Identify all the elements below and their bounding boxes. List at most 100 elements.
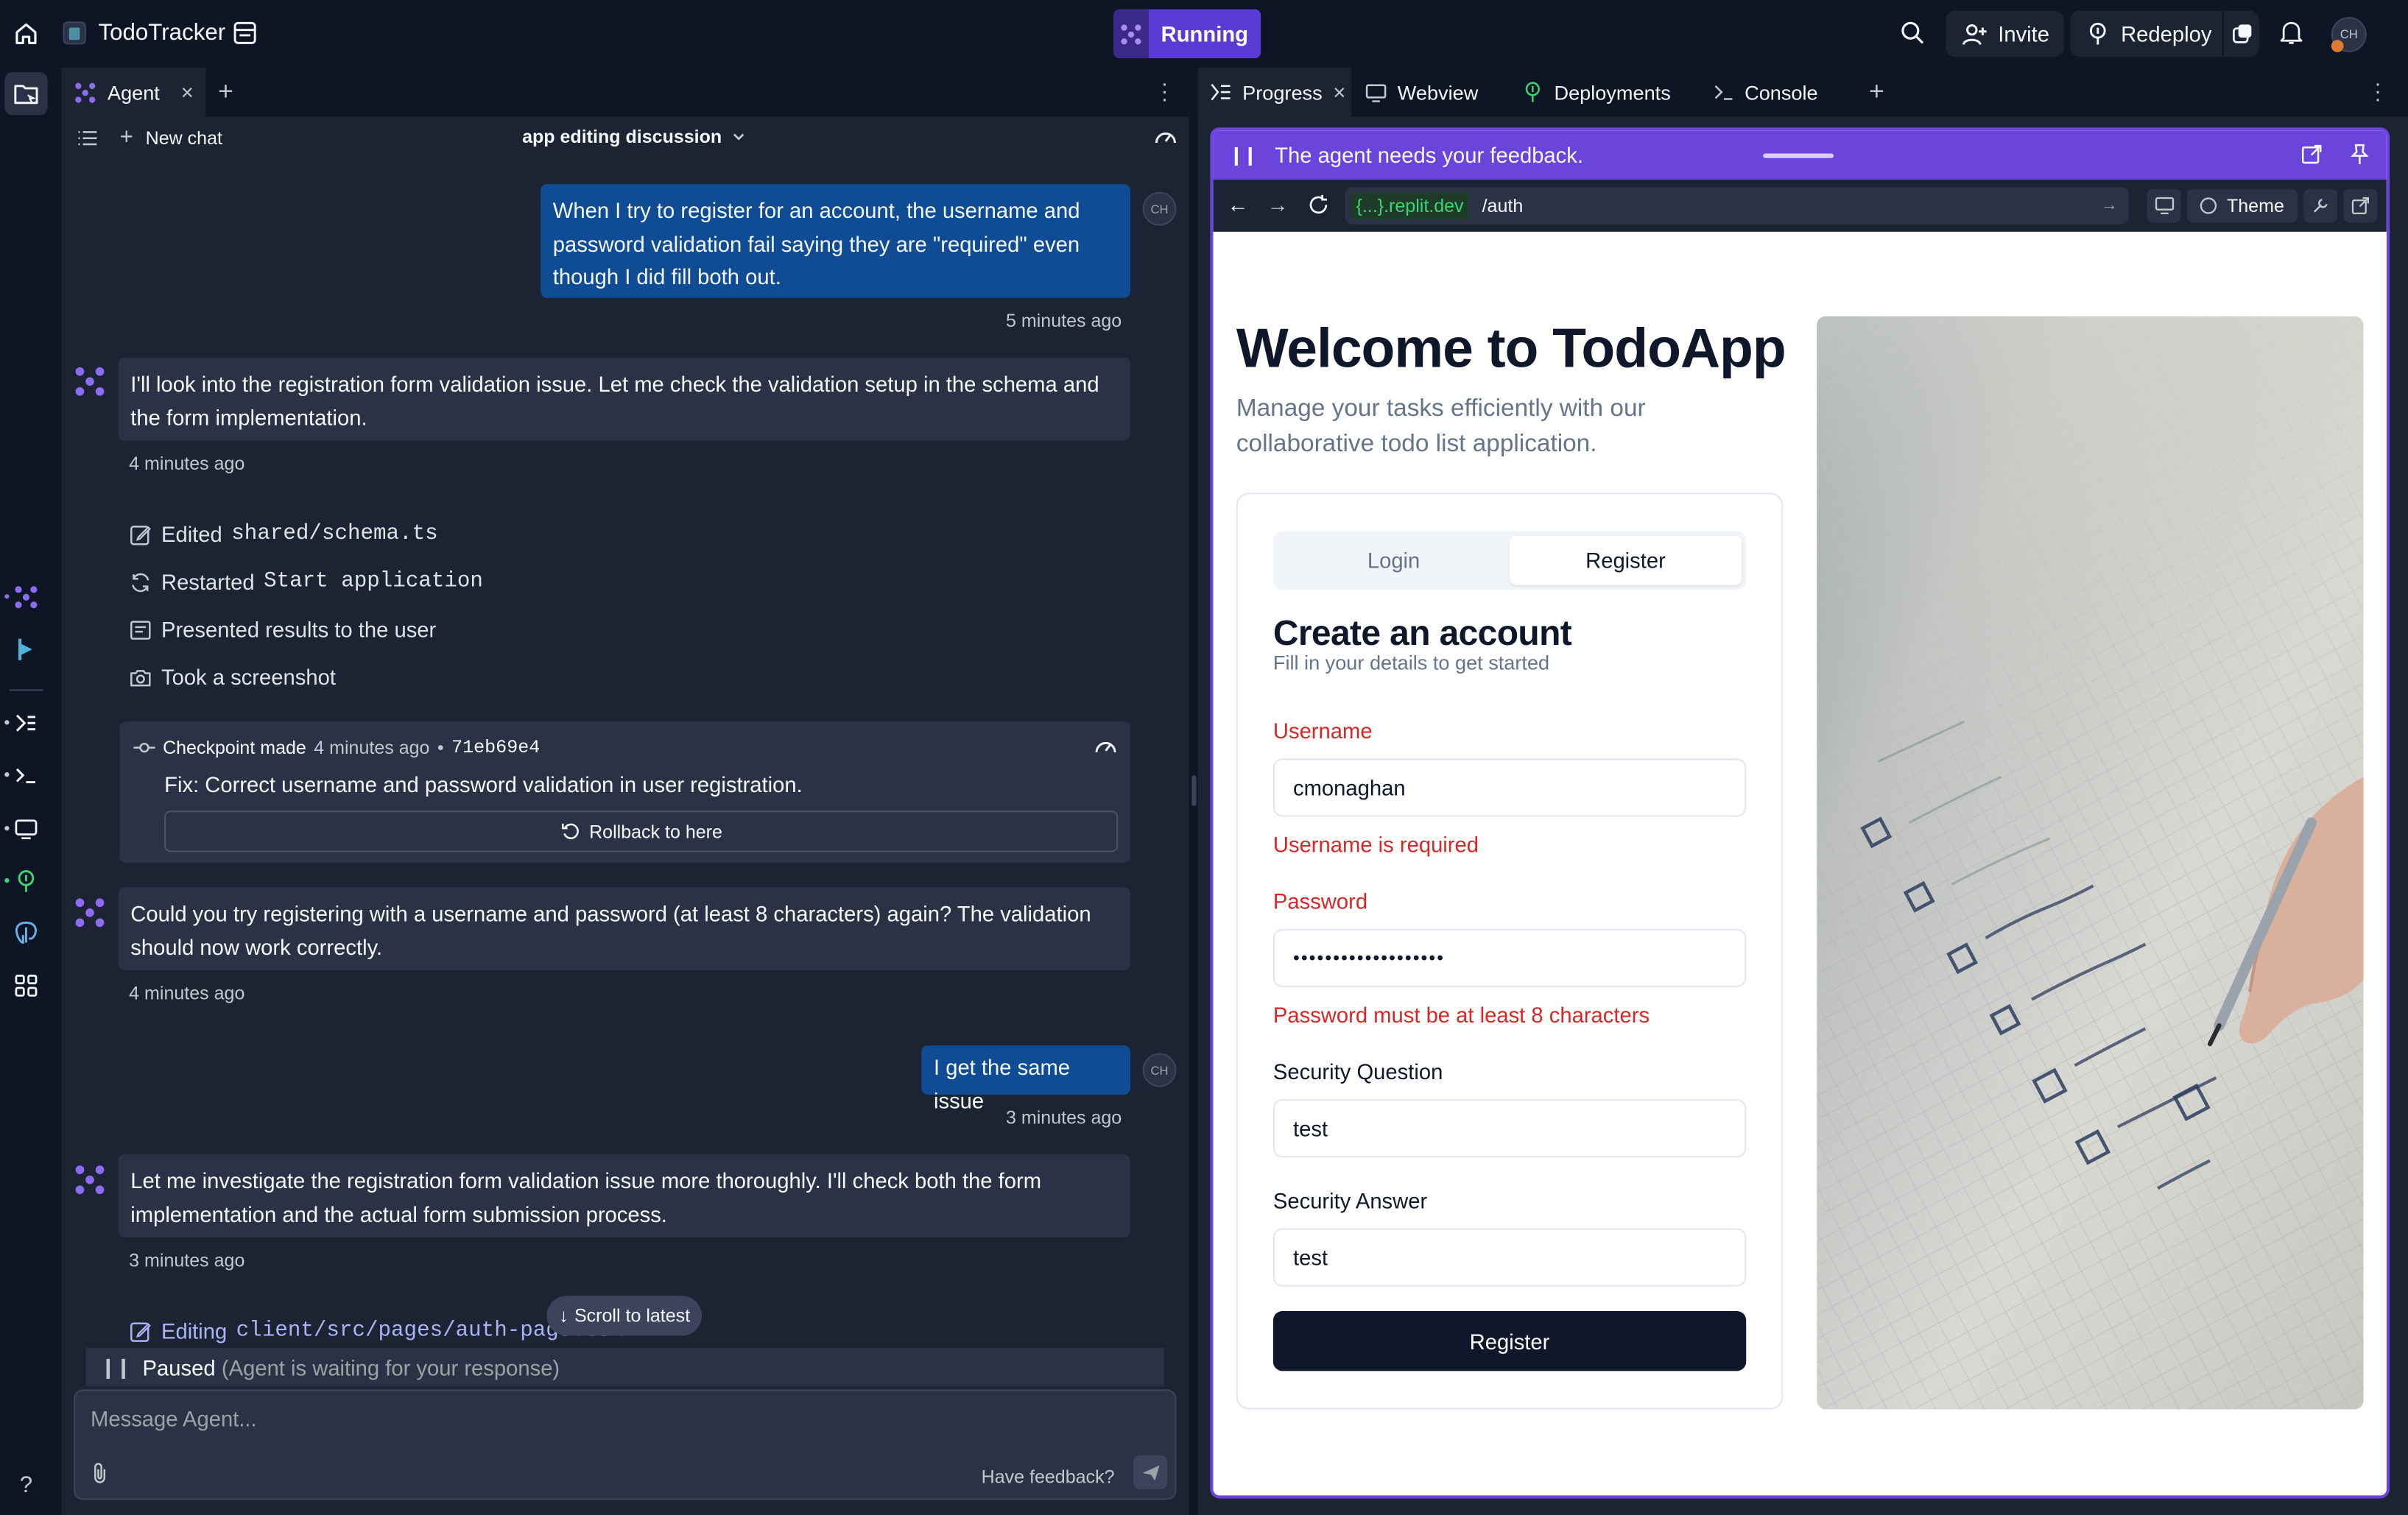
refresh-icon[interactable]: [1307, 194, 1330, 216]
progress-rail-icon[interactable]: [11, 707, 42, 738]
register-submit-button[interactable]: Register: [1272, 1311, 1747, 1371]
action-verb: Editing: [161, 1318, 228, 1343]
message-input[interactable]: Message Agent...: [91, 1406, 257, 1430]
bell-icon[interactable]: [2279, 20, 2303, 46]
add-tab-icon[interactable]: +: [1869, 77, 1884, 107]
message-input-box: Message Agent... Have feedback?: [74, 1389, 1177, 1500]
postgres-rail-icon[interactable]: [11, 918, 42, 949]
agent-rail-icon[interactable]: [11, 582, 42, 612]
avatar[interactable]: CH: [2331, 16, 2367, 52]
open-new-tab-button[interactable]: [2343, 188, 2378, 223]
pause-icon[interactable]: ❙❙: [1228, 144, 1258, 166]
tab-webview[interactable]: Webview: [1353, 68, 1502, 117]
drag-handle[interactable]: [1763, 153, 1834, 158]
commit-icon: [133, 740, 155, 755]
assistant-rail-icon[interactable]: [11, 634, 42, 665]
invite-button[interactable]: Invite: [1946, 10, 2065, 57]
apps-grid-icon[interactable]: [11, 970, 42, 1001]
rollback-label: Rollback to here: [589, 820, 722, 842]
back-icon[interactable]: ←: [1227, 192, 1248, 216]
chat-title-dropdown[interactable]: app editing discussion: [522, 126, 747, 147]
chat-list-icon[interactable]: [77, 127, 98, 149]
action-item[interactable]: Restarted Start application: [129, 565, 483, 598]
device-toggle-button[interactable]: [2147, 188, 2181, 223]
close-icon[interactable]: ×: [181, 80, 194, 104]
username-error: Username is required: [1272, 832, 1479, 857]
devtools-button[interactable]: [2303, 188, 2338, 223]
security-answer-field[interactable]: test: [1272, 1228, 1747, 1287]
app-name[interactable]: TodoTracker: [98, 20, 225, 46]
url-bar[interactable]: {...}.replit.dev /auth →: [1345, 187, 2129, 225]
user-avatar: CH: [1142, 1053, 1177, 1087]
password-field[interactable]: •••••••••••••••••••: [1272, 928, 1747, 987]
url-path: /auth: [1482, 194, 1524, 217]
tab-register[interactable]: Register: [1510, 535, 1742, 585]
rollback-button[interactable]: Rollback to here: [164, 811, 1119, 852]
chat-title: app editing discussion: [522, 126, 722, 148]
username-field[interactable]: cmonaghan: [1272, 758, 1747, 817]
theme-button[interactable]: Theme: [2186, 188, 2298, 223]
user-message: When I try to register for an account, t…: [541, 184, 1130, 298]
run-button[interactable]: Running: [1113, 9, 1261, 59]
rail-dot: [4, 720, 10, 725]
files-icon[interactable]: [11, 78, 42, 109]
feedback-link[interactable]: Have feedback?: [982, 1466, 1115, 1488]
new-chat-button[interactable]: + New chat: [120, 124, 222, 150]
checkpoint-hash[interactable]: 71eb69e4: [451, 737, 540, 758]
console-icon: [1714, 83, 1733, 102]
rail-dot: [4, 825, 10, 831]
tab-label: Progress: [1242, 80, 1323, 104]
theme-label: Theme: [2226, 194, 2284, 217]
action-item[interactable]: Took a screenshot: [129, 660, 336, 694]
action-verb: Presented results to the user: [161, 617, 437, 642]
add-tab-icon[interactable]: +: [218, 77, 233, 107]
avatar-initials: CH: [1150, 202, 1169, 216]
message-text: I'll look into the registration form val…: [130, 371, 1099, 429]
search-icon[interactable]: [1900, 20, 1926, 46]
user-avatar: CH: [1142, 191, 1177, 226]
tab-login[interactable]: Login: [1278, 536, 1510, 585]
deploy-window-icon[interactable]: [2222, 10, 2259, 57]
right-panel: Progress × Webview Deployments Console +…: [1197, 67, 2408, 1515]
go-icon[interactable]: →: [2101, 197, 2118, 215]
paperclip-icon[interactable]: [91, 1461, 109, 1484]
tab-progress[interactable]: Progress ×: [1197, 67, 1352, 117]
message-text: Let me investigate the registration form…: [130, 1168, 1042, 1226]
help-icon[interactable]: ?: [11, 1469, 42, 1500]
action-item[interactable]: Edited shared/schema.ts: [129, 518, 438, 551]
tab-console[interactable]: Console: [1702, 68, 1856, 117]
resize-handle[interactable]: [1191, 775, 1197, 806]
action-item[interactable]: Presented results to the user: [129, 612, 436, 646]
form-subtitle: Fill in your details to get started: [1272, 651, 1550, 674]
message-timestamp: 3 minutes ago: [1006, 1106, 1122, 1129]
scroll-to-latest-button[interactable]: ↓ Scroll to latest: [546, 1296, 703, 1336]
tab-agent-label: Agent: [107, 80, 160, 104]
speedometer-icon[interactable]: [1153, 126, 1177, 147]
agent-avatar-icon: [74, 897, 106, 929]
webview-rail-icon[interactable]: [11, 813, 42, 844]
pop-out-icon[interactable]: [2300, 143, 2323, 166]
tab-agent[interactable]: Agent ×: [61, 67, 206, 117]
hero-image: [1817, 316, 2364, 1410]
console-rail-icon[interactable]: [11, 760, 42, 791]
agent-panel: Agent × + · · · + New chat app editing dis…: [61, 67, 1189, 1515]
close-icon[interactable]: ×: [1333, 80, 1345, 104]
security-answer-label: Security Answer: [1272, 1188, 1428, 1213]
redeploy-button[interactable]: Redeploy: [2070, 10, 2259, 57]
home-icon[interactable]: [13, 20, 41, 48]
database-icon[interactable]: [232, 20, 258, 46]
tab-deployments[interactable]: Deployments: [1510, 68, 1694, 117]
pin-icon[interactable]: [2350, 143, 2370, 166]
send-button[interactable]: [1133, 1455, 1167, 1489]
message-text: Could you try registering with a usernam…: [130, 901, 1091, 959]
more-options-icon[interactable]: · · ·: [1161, 72, 1169, 109]
more-options-icon[interactable]: · · ·: [2374, 72, 2381, 109]
auth-tabs: Login Register: [1272, 531, 1747, 590]
speedometer-icon[interactable]: [1094, 735, 1118, 757]
edit-file-icon: [129, 523, 152, 545]
top-bar: TodoTracker Running Invite Redeploy CH: [0, 0, 2408, 68]
forward-icon[interactable]: →: [1267, 192, 1289, 216]
deployments-rail-icon[interactable]: [11, 866, 42, 897]
send-icon: [1141, 1464, 1159, 1480]
security-question-field[interactable]: test: [1272, 1099, 1747, 1158]
